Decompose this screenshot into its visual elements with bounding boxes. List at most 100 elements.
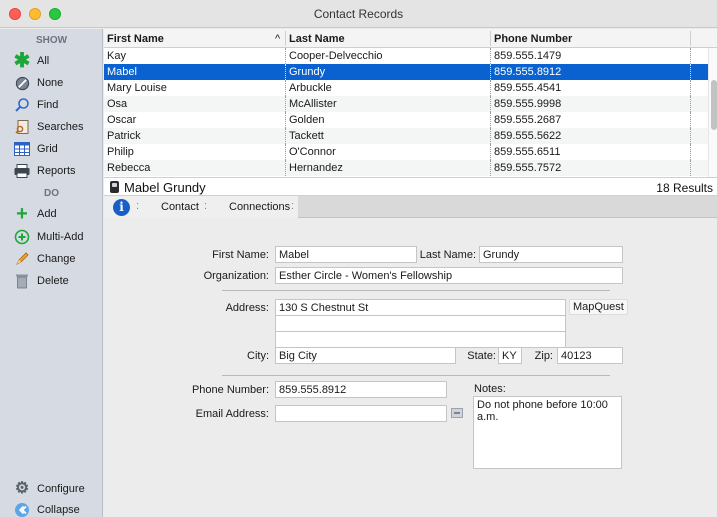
sidebar-section-show: SHOW (35, 35, 68, 46)
city-label: City: (247, 350, 269, 362)
cell-first-name: Kay (107, 50, 126, 62)
cell-phone: 859.555.7572 (494, 162, 562, 174)
mapquest-button[interactable]: MapQuest (569, 299, 628, 315)
sidebar-item-label: Delete (37, 275, 69, 287)
last-name-label: Last Name: (419, 249, 476, 261)
email-address-field[interactable] (275, 405, 447, 422)
record-detail-header: Mabel Grundy 18 Results (104, 177, 717, 196)
column-header-last-name[interactable]: Last Name (289, 33, 345, 45)
title-bar: Contact Records (0, 0, 717, 28)
table-row[interactable]: Kay Cooper-Delvecchio 859.555.1479 (104, 48, 708, 64)
grid-scrollbar[interactable] (708, 48, 717, 177)
notes-field[interactable]: Do not phone before 10:00 a.m. (473, 396, 622, 469)
sidebar-item-label: Add (37, 208, 57, 220)
address-line-1-field[interactable]: 130 S Chestnut St (275, 299, 566, 316)
trash-icon (14, 273, 30, 289)
table-row-selected[interactable]: Mabel Grundy 859.555.8912 (104, 64, 708, 80)
address-line-3-field[interactable] (275, 331, 566, 348)
asterisk-icon: ✱ (13, 50, 31, 72)
cell-first-name: Mabel (107, 66, 137, 78)
tab-separator: : (204, 200, 208, 212)
sort-ascending-icon: ^ (275, 33, 281, 45)
sidebar-item-delete[interactable]: Delete (0, 271, 103, 291)
multi-add-icon (14, 229, 30, 245)
column-header-phone-number[interactable]: Phone Number (494, 33, 572, 45)
cell-last-name: McAllister (289, 98, 337, 110)
sidebar-item-all[interactable]: ✱ All (0, 51, 103, 71)
sidebar-item-label: All (37, 55, 50, 67)
organization-field[interactable]: Esther Circle - Women's Fellowship (275, 267, 623, 284)
sidebar-item-label: Grid (37, 143, 58, 155)
column-header-first-name[interactable]: First Name (107, 33, 164, 45)
grid-icon (14, 141, 30, 157)
table-row[interactable]: Patrick Tackett 859.555.5622 (104, 128, 708, 144)
cell-last-name: Arbuckle (289, 82, 332, 94)
sidebar-item-collapse[interactable]: Collapse (0, 500, 103, 517)
zip-label: Zip: (534, 350, 553, 362)
sidebar-item-searches[interactable]: Searches (0, 117, 103, 137)
cell-first-name: Oscar (107, 114, 137, 126)
organization-label: Organization: (203, 270, 269, 282)
cell-phone: 859.555.4541 (494, 82, 562, 94)
cell-last-name: Golden (289, 114, 325, 126)
sidebar-item-multi-add[interactable]: Multi-Add (0, 227, 103, 247)
notes-label: Notes: (474, 383, 506, 395)
sidebar: SHOW ✱ All None Find Searches Grid Repor… (0, 29, 103, 517)
sidebar-item-add[interactable]: + Add (0, 204, 103, 224)
record-name: Mabel Grundy (124, 180, 206, 195)
sidebar-item-label: Multi-Add (37, 231, 84, 243)
first-name-label: First Name: (212, 249, 269, 261)
state-field[interactable]: KY (498, 347, 522, 364)
sidebar-item-label: Collapse (37, 504, 80, 516)
cell-phone: 859.555.5622 (494, 130, 562, 142)
tab-contact[interactable]: Contact (161, 201, 199, 213)
divider (222, 290, 610, 291)
sidebar-item-label: Searches (37, 121, 84, 133)
table-row[interactable]: Oscar Golden 859.555.2687 (104, 112, 708, 128)
results-count: 18 Results (656, 181, 713, 195)
phone-number-field[interactable]: 859.555.8912 (275, 381, 447, 398)
gear-icon: ⚙ (14, 480, 30, 497)
cell-last-name: Tackett (289, 130, 324, 142)
email-compose-icon[interactable] (451, 408, 463, 418)
saved-searches-icon (14, 119, 30, 135)
sidebar-item-grid[interactable]: Grid (0, 139, 103, 159)
address-line-2-field[interactable] (275, 315, 566, 332)
tab-connections[interactable]: Connections (229, 201, 290, 213)
no-entry-icon (14, 75, 30, 91)
sidebar-item-change[interactable]: Change (0, 249, 103, 269)
collapse-icon (14, 502, 30, 517)
tab-separator: : (136, 200, 140, 212)
detail-tabs: i : Contact : Connections : (104, 196, 717, 218)
sidebar-item-label: Configure (37, 483, 85, 495)
first-name-field[interactable]: Mabel (275, 246, 417, 263)
cell-phone: 859.555.1479 (494, 50, 562, 62)
records-grid[interactable]: First Name ^ Last Name Phone Number Kay … (104, 29, 717, 177)
sidebar-item-reports[interactable]: Reports (0, 161, 103, 181)
city-field[interactable]: Big City (275, 347, 456, 364)
table-row[interactable]: Mary Louise Arbuckle 859.555.4541 (104, 80, 708, 96)
address-label: Address: (225, 302, 269, 314)
grid-scrollbar-thumb[interactable] (711, 80, 717, 130)
cell-phone: 859.555.9998 (494, 98, 562, 110)
sidebar-item-label: Reports (37, 165, 76, 177)
table-row[interactable]: Osa McAllister 859.555.9998 (104, 96, 708, 112)
cell-last-name: Hernandez (289, 162, 343, 174)
plus-icon: + (16, 203, 28, 225)
contact-form: First Name: Mabel Last Name: Grundy Orga… (104, 218, 717, 517)
table-row[interactable]: Philip O'Connor 859.555.6511 (104, 144, 708, 160)
sidebar-item-configure[interactable]: ⚙ Configure (0, 479, 103, 499)
info-icon[interactable]: i (113, 199, 130, 216)
last-name-field[interactable]: Grundy (479, 246, 623, 263)
window-title: Contact Records (313, 7, 404, 21)
table-row[interactable]: Rebecca Hernandez 859.555.7572 (104, 160, 708, 176)
sidebar-item-label: None (37, 77, 64, 89)
sidebar-item-find[interactable]: Find (0, 95, 103, 115)
contact-card-icon (110, 181, 119, 193)
zip-field[interactable]: 40123 (557, 347, 623, 364)
cell-first-name: Patrick (107, 130, 141, 142)
sidebar-item-label: Change (37, 253, 76, 265)
grid-header: First Name ^ Last Name Phone Number (104, 29, 717, 48)
tab-separator: : (291, 200, 295, 212)
sidebar-item-none[interactable]: None (0, 73, 103, 93)
